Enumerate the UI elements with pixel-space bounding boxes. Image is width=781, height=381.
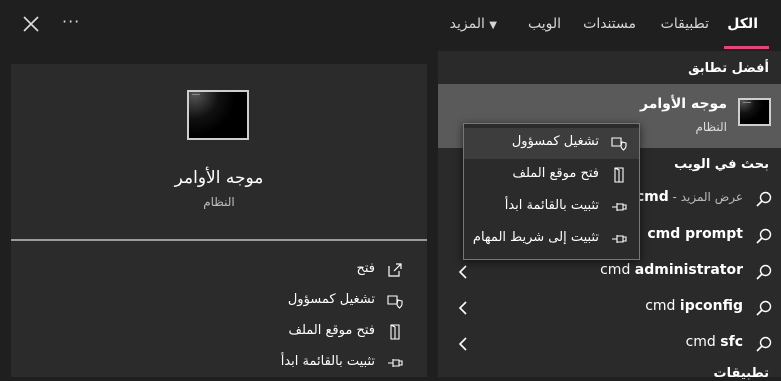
command-prompt-large-icon	[187, 90, 249, 140]
best-match-name: موجه الأوامر	[639, 96, 727, 112]
context-pin-start[interactable]: تثبيت بالقائمة ابدأ	[464, 192, 639, 223]
web-result-row[interactable]: cmd ipconfig	[438, 290, 781, 326]
action-label: فتح	[356, 261, 375, 276]
tab-web[interactable]: الويب	[528, 16, 561, 32]
preview-app-subtitle: النظام	[203, 195, 235, 209]
preview-action-run-as-admin[interactable]: تشغيل كمسؤول	[11, 287, 427, 317]
shield-icon	[611, 137, 627, 151]
tab-apps[interactable]: تطبيقات	[661, 16, 709, 32]
web-result-text: cmd - عرض المزيد	[635, 189, 743, 205]
search-icon	[756, 336, 772, 352]
tab-documents[interactable]: مستندات	[583, 16, 636, 32]
chevron-left-icon[interactable]	[458, 336, 468, 352]
pin-icon	[612, 203, 627, 211]
tab-all[interactable]: الكل	[727, 16, 758, 32]
preview-action-open-file-location[interactable]: فتح موقع الملف	[11, 318, 427, 348]
context-pin-taskbar[interactable]: تثبيت إلى شريط المهام	[464, 224, 639, 255]
context-run-as-admin[interactable]: تشغيل كمسؤول	[464, 128, 639, 159]
action-label: تثبيت بالقائمة ابدأ	[280, 354, 375, 369]
menu-item-label: فتح موقع الملف	[512, 166, 599, 181]
pin-icon	[388, 359, 403, 367]
preview-action-open[interactable]: فتح	[11, 256, 427, 286]
search-filter-bar: الكل تطبيقات مستندات الويب المزيد ▼ ···	[0, 0, 781, 51]
search-icon	[756, 300, 772, 316]
search-icon	[756, 191, 772, 207]
menu-item-label: تثبيت بالقائمة ابدأ	[504, 198, 599, 213]
pin-icon	[612, 235, 627, 243]
menu-item-label: تثبيت إلى شريط المهام	[472, 230, 599, 245]
shield-icon	[387, 295, 403, 309]
best-match-subtitle: النظام	[695, 120, 727, 134]
command-prompt-icon	[738, 98, 771, 126]
action-label: تشغيل كمسؤول	[287, 292, 375, 307]
preview-action-pin-start[interactable]: تثبيت بالقائمة ابدأ	[11, 349, 427, 379]
tab-more[interactable]: المزيد ▼	[450, 16, 503, 32]
menu-item-label: تشغيل كمسؤول	[511, 134, 599, 149]
web-result-text: cmd sfc	[685, 334, 743, 350]
close-icon[interactable]	[20, 13, 42, 35]
best-match-heading: أفضل تطابق	[688, 61, 769, 76]
preview-divider	[11, 239, 427, 241]
search-icon	[756, 264, 772, 280]
caret-down-icon: ▼	[489, 20, 497, 31]
web-result-text: cmd ipconfig	[645, 298, 743, 314]
web-search-heading: بحث في الويب	[674, 157, 769, 172]
apps-heading: تطبيقات	[713, 366, 769, 381]
preview-app-name: موجه الأوامر	[174, 168, 264, 188]
tab-more-label: المزيد	[449, 16, 485, 32]
open-icon	[388, 263, 402, 277]
more-options-icon[interactable]: ···	[62, 12, 80, 31]
chevron-left-icon[interactable]	[458, 300, 468, 316]
folder-icon	[614, 167, 624, 183]
folder-icon	[390, 324, 400, 340]
active-tab-indicator	[724, 46, 769, 49]
search-icon	[756, 228, 772, 244]
web-result-text: cmd prompt	[647, 226, 743, 242]
context-open-file-location[interactable]: فتح موقع الملف	[464, 160, 639, 191]
web-result-row[interactable]: cmd sfc	[438, 326, 781, 362]
web-result-text: cmd administrator	[600, 262, 743, 278]
chevron-left-icon[interactable]	[458, 264, 468, 280]
action-label: فتح موقع الملف	[288, 323, 375, 338]
context-menu: تشغيل كمسؤول فتح موقع الملف تثبيت بالقائ…	[463, 123, 640, 260]
